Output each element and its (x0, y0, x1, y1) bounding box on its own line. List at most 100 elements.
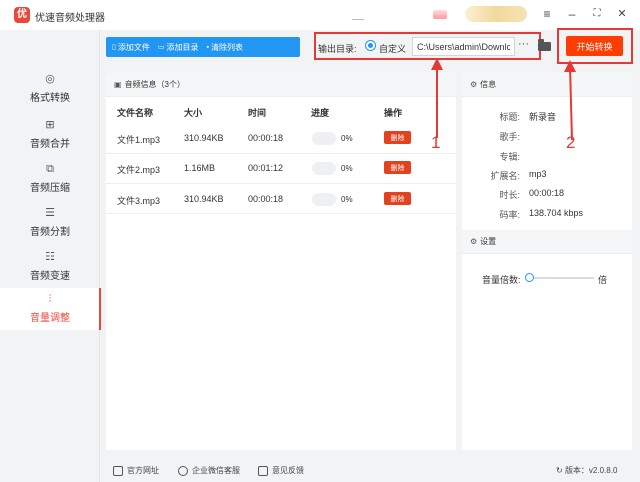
sidebar-item-audio-speed[interactable]: ☷ 音频变速 (0, 250, 100, 290)
menu-icon[interactable]: ≡ (538, 5, 556, 23)
audio-speed-icon: ☷ (45, 251, 55, 263)
minimize-icon[interactable]: – (563, 5, 581, 23)
sidebar: ◎ 格式转换 ⊞ 音频合并 ⧉ 音频压缩 ☰ 音频分割 ☷ 音频变速 ⫶ 音量调… (0, 30, 101, 482)
annotation-number-2: 2 (566, 133, 576, 152)
clear-list-label: 清除列表 (210, 42, 243, 52)
add-dir-button[interactable]: ▭ 添加目录 (158, 42, 199, 53)
output-path-input[interactable] (412, 37, 515, 56)
refresh-icon[interactable]: ↻ (556, 466, 563, 475)
file-name-cell: 文件3.mp3 (117, 196, 161, 206)
volume-slider-track[interactable] (528, 277, 594, 279)
progress-text: 0% (341, 164, 353, 173)
volume-slider-handle[interactable] (525, 273, 534, 282)
audio-list-title: 音频信息（3个） (124, 80, 186, 89)
custom-radio[interactable] (365, 40, 376, 51)
sidebar-item-volume-adjust[interactable]: ⫶ 音量调整 (0, 288, 101, 330)
progress-text: 0% (341, 134, 353, 143)
audio-list-panel: ▣ 音频信息（3个） (106, 73, 456, 450)
info-key: 时长: (499, 190, 520, 200)
website-icon (113, 465, 123, 476)
delete-button[interactable]: 删除 (384, 161, 411, 174)
audio-list-header: ▣ 音频信息（3个） (106, 73, 456, 97)
info-value: 00:00:18 (529, 188, 565, 198)
info-value: mp3 (529, 169, 547, 179)
info-key: 扩展名: (490, 171, 520, 181)
volume-unit: 倍 (598, 275, 608, 285)
column-header-progress: 进度 (311, 108, 330, 118)
wechat-label: 企业微信客服 (192, 466, 240, 475)
sidebar-item-label: 音频压缩 (30, 183, 70, 194)
gear-icon: ⚙ (470, 237, 478, 246)
progress-bar (312, 132, 336, 145)
add-dir-label: 添加目录 (166, 42, 199, 52)
app-title: 优速音频处理器 (35, 13, 105, 24)
progress-text: 0% (341, 195, 353, 204)
titlebar-obscured-banner[interactable] (465, 6, 527, 22)
file-size-cell: 310.94KB (184, 133, 224, 143)
website-link[interactable]: 官方网址 (113, 465, 159, 476)
file-name-cell: 文件2.mp3 (117, 165, 161, 175)
sidebar-item-format-convert[interactable]: ◎ 格式转换 (0, 72, 100, 112)
website-label: 官方网址 (127, 466, 159, 475)
info-key: 歌手: (499, 132, 520, 142)
feedback-icon (258, 465, 268, 476)
titlebar-obscured-item (352, 9, 364, 20)
info-key: 码率: (499, 210, 520, 220)
sidebar-item-label: 音频分割 (30, 227, 70, 238)
audio-split-icon: ☰ (45, 207, 55, 219)
output-dir-label: 输出目录: (318, 44, 357, 54)
version-text: ↻ 版本：v2.0.8.0 (556, 465, 617, 476)
file-size-cell: 1.16MB (184, 163, 216, 173)
gear-icon: ⚙ (470, 80, 478, 89)
audio-compress-icon: ⧉ (46, 163, 54, 175)
wechat-support-link[interactable]: 企业微信客服 (178, 465, 240, 476)
wechat-icon (178, 465, 188, 476)
settings-header: ⚙ 设置 (462, 230, 632, 254)
version-label: 版本：v2.0.8.0 (564, 466, 618, 475)
format-convert-icon: ◎ (45, 73, 55, 85)
settings-title: 设置 (480, 237, 497, 246)
trash-icon: ▪ (206, 43, 209, 51)
more-options-button[interactable]: ··· (518, 38, 529, 50)
row-divider (106, 183, 456, 184)
custom-radio-label: 自定义 (379, 44, 407, 54)
folder-icon: ▭ (157, 44, 165, 51)
info-value: 138.704 kbps (529, 208, 584, 218)
sidebar-item-audio-merge[interactable]: ⊞ 音频合并 (0, 118, 100, 158)
sidebar-item-audio-split[interactable]: ☰ 音频分割 (0, 206, 100, 246)
info-title: 信息 (480, 80, 497, 89)
column-header-size: 大小 (184, 108, 203, 118)
maximize-icon[interactable]: ⛶ (588, 5, 606, 23)
info-key: 专辑: (499, 152, 520, 162)
toolbar: ▯ 添加文件 ▭ 添加目录 ▪ 清除列表 (106, 37, 300, 57)
annotation-number-1: 1 (431, 133, 441, 152)
file-size-cell: 310.94KB (184, 194, 224, 204)
close-icon[interactable]: ✕ (613, 5, 631, 23)
column-header-action: 操作 (384, 108, 403, 118)
sidebar-item-label: 音频合并 (30, 139, 70, 150)
sidebar-item-label: 音频变速 (30, 271, 70, 282)
add-file-button[interactable]: ▯ 添加文件 (112, 42, 150, 53)
file-time-cell: 00:00:18 (248, 133, 284, 143)
column-header-name: 文件名称 (117, 108, 154, 118)
image-icon: ▣ (114, 80, 122, 89)
annotation-arrow-2 (564, 60, 576, 141)
sidebar-item-audio-compress[interactable]: ⧉ 音频压缩 (0, 162, 100, 202)
info-key: 标题: (499, 112, 520, 122)
info-header: ⚙ 信息 (462, 73, 632, 97)
info-value: 新录音 (529, 112, 557, 122)
title-bar: 优 优速音频处理器 ≡ – ⛶ ✕ (0, 0, 640, 30)
annotation-arrow-1 (431, 58, 443, 138)
file-time-cell: 00:00:18 (248, 194, 284, 204)
start-convert-button[interactable]: 开始转换 (566, 36, 623, 56)
delete-button[interactable]: 删除 (384, 192, 411, 205)
column-header-time: 时间 (248, 108, 267, 118)
open-folder-icon[interactable] (538, 39, 551, 51)
sidebar-item-label: 音量调整 (30, 313, 70, 324)
sidebar-item-label: 格式转换 (30, 93, 70, 104)
delete-button[interactable]: 删除 (384, 131, 411, 144)
volume-label: 音量倍数: (482, 275, 521, 285)
feedback-link[interactable]: 意见反馈 (258, 465, 304, 476)
audio-merge-icon: ⊞ (45, 119, 55, 131)
clear-list-button[interactable]: ▪ 清除列表 (206, 42, 242, 53)
